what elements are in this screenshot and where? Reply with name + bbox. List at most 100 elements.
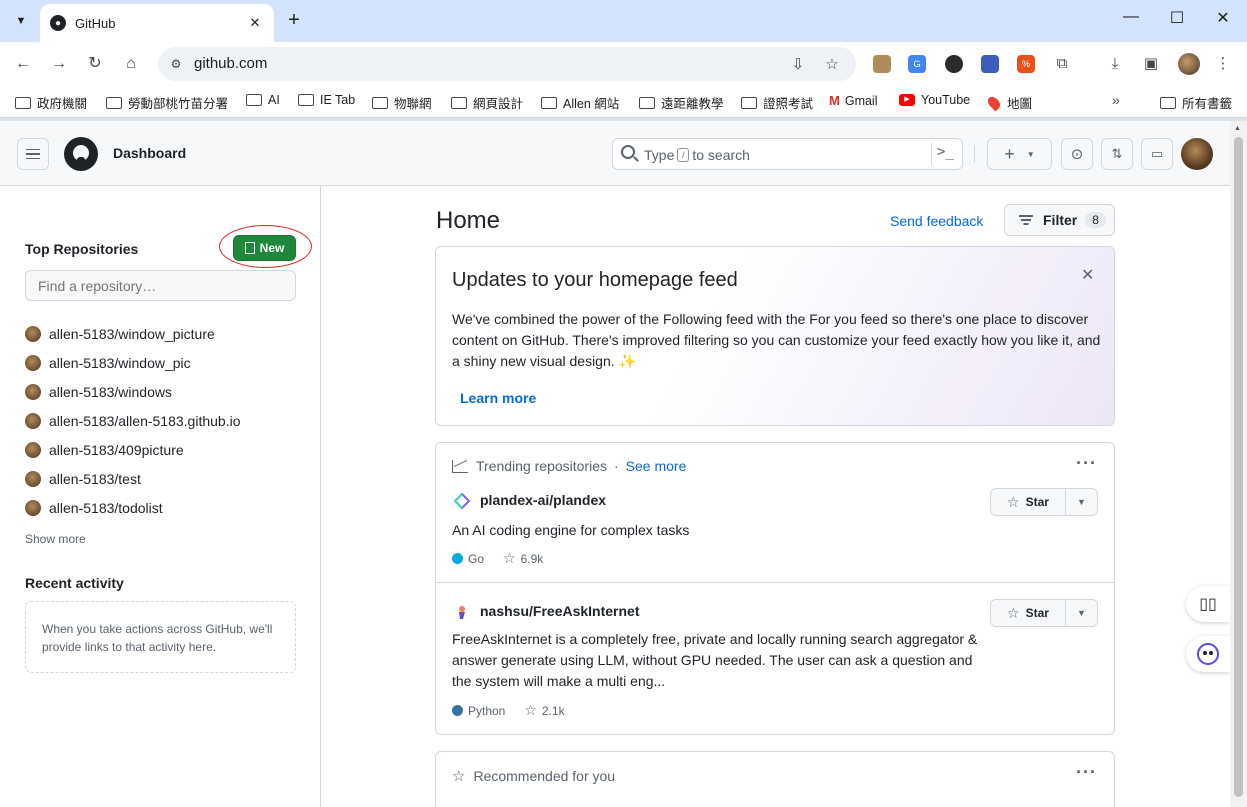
all-bookmarks-folder[interactable]: 所有書籤	[1160, 93, 1232, 112]
find-repository-input[interactable]	[25, 270, 296, 301]
star-lists-dropdown-icon[interactable]: ▼	[1066, 489, 1097, 515]
extension-3-icon[interactable]	[945, 55, 963, 73]
repo-link[interactable]: allen-5183/window_picture	[25, 319, 305, 348]
kebab-menu-icon[interactable]: ···	[1076, 453, 1097, 474]
extensions-puzzle-icon[interactable]: ⧉	[1051, 53, 1073, 75]
github-logo-icon[interactable]	[64, 137, 98, 171]
site-info-icon[interactable]: ⚙	[166, 54, 186, 74]
trending-repo-name[interactable]: plandex-ai/plandex	[480, 492, 606, 508]
repo-link[interactable]: allen-5183/409picture	[25, 435, 305, 464]
bookmark-folder[interactable]: IE Tab	[298, 93, 355, 107]
address-bar[interactable]: ⚙ github.com ⇩ ☆	[158, 47, 856, 81]
bookmarks-overflow-icon[interactable]: »	[1112, 92, 1120, 108]
recommended-card: ☆ Recommended for you ···	[435, 751, 1115, 807]
filter-button[interactable]: Filter 8	[1004, 204, 1115, 236]
top-repositories-heading: Top Repositories	[25, 241, 139, 257]
new-tab-button[interactable]: +	[282, 9, 306, 33]
plandex-logo-icon	[454, 493, 470, 509]
show-more-link[interactable]: Show more	[25, 532, 86, 546]
kebab-menu-icon[interactable]: ···	[1076, 762, 1097, 783]
bookmark-folder[interactable]: Allen 網站	[541, 93, 619, 112]
command-palette-icon[interactable]: >_	[937, 144, 954, 160]
recent-activity-empty-state: When you take actions across GitHub, we'…	[25, 601, 296, 673]
create-new-button[interactable]: + ▼	[987, 138, 1052, 170]
repo-name[interactable]: allen-5183/test	[49, 471, 141, 487]
page-context-title[interactable]: Dashboard	[113, 145, 186, 161]
trending-repo-name[interactable]: nashsu/FreeAskInternet	[480, 603, 640, 619]
see-more-link[interactable]: See more	[626, 458, 687, 474]
reader-book-icon[interactable]: ▯▯	[1186, 586, 1230, 622]
forward-icon[interactable]: →	[47, 52, 71, 76]
bookmark-maps[interactable]: 地圖	[985, 93, 1032, 112]
star-toggle[interactable]: ☆ Star	[991, 600, 1066, 626]
window-close-icon[interactable]: ✕	[1209, 8, 1237, 32]
star-icon: ☆	[1007, 493, 1020, 510]
scroll-up-icon[interactable]: ▲	[1234, 125, 1241, 132]
bookmark-gmail[interactable]: M Gmail	[829, 93, 878, 108]
url-text[interactable]: github.com	[194, 55, 267, 72]
chrome-menu-icon[interactable]: ⋮	[1212, 53, 1234, 75]
repo-name[interactable]: allen-5183/window_pic	[49, 355, 191, 371]
browser-tab-github[interactable]: ● GitHub ✕	[40, 4, 274, 42]
owner-avatar	[25, 383, 41, 400]
star-lists-dropdown-icon[interactable]: ▼	[1066, 600, 1097, 626]
row-divider	[436, 582, 1114, 583]
bookmark-folder[interactable]: 政府機關	[15, 93, 87, 112]
install-app-icon[interactable]: ⇩	[788, 55, 808, 73]
repo-name[interactable]: allen-5183/window_picture	[49, 326, 215, 342]
repo-link[interactable]: allen-5183/allen-5183.github.io	[25, 406, 305, 435]
maximize-icon[interactable]: ☐	[1163, 8, 1191, 32]
bookmark-star-icon[interactable]: ☆	[822, 55, 842, 73]
repo-star-count[interactable]: 6.9k	[521, 552, 544, 566]
bookmark-folder[interactable]: 網頁設計	[451, 93, 523, 112]
hamburger-menu-icon[interactable]	[17, 138, 49, 170]
repo-link[interactable]: allen-5183/todolist	[25, 493, 305, 522]
side-panel-icon[interactable]: ▣	[1140, 53, 1162, 75]
inbox-button[interactable]: ▭	[1141, 138, 1173, 170]
bookmark-folder[interactable]: AI	[246, 93, 280, 107]
profile-avatar[interactable]	[1178, 53, 1200, 75]
repo-name[interactable]: allen-5183/todolist	[49, 500, 163, 516]
bookmark-youtube[interactable]: ▶ YouTube	[899, 93, 970, 107]
google-translate-icon[interactable]: G	[908, 55, 926, 73]
search-input[interactable]: Type / to search >_	[612, 138, 963, 170]
repo-link[interactable]: allen-5183/window_pic	[25, 348, 305, 377]
repo-name[interactable]: allen-5183/allen-5183.github.io	[49, 413, 240, 429]
tab-search-icon[interactable]: ▼	[8, 8, 34, 34]
user-avatar[interactable]	[1181, 138, 1213, 170]
home-icon[interactable]: ⌂	[119, 52, 143, 76]
chevron-down-icon: ▼	[1026, 149, 1035, 159]
star-toggle[interactable]: ☆ Star	[991, 489, 1066, 515]
repo-link[interactable]: allen-5183/windows	[25, 377, 305, 406]
repo-name[interactable]: allen-5183/409picture	[49, 442, 184, 458]
star-icon: ☆	[1007, 604, 1020, 621]
issues-button[interactable]: ⊙	[1061, 138, 1093, 170]
bookmark-folder[interactable]: 遠距離教學	[639, 93, 724, 112]
repo-name[interactable]: allen-5183/windows	[49, 384, 172, 400]
repo-star-count[interactable]: 2.1k	[542, 704, 565, 718]
extension-4-icon[interactable]	[981, 55, 999, 73]
extension-5-icon[interactable]: %	[1017, 55, 1035, 73]
minimize-icon[interactable]: —	[1117, 8, 1145, 32]
send-feedback-link[interactable]: Send feedback	[890, 213, 983, 229]
scrollbar-thumb[interactable]	[1234, 137, 1243, 797]
downloads-icon[interactable]: ⤓	[1104, 53, 1126, 75]
reload-icon[interactable]: ↻	[83, 52, 107, 76]
star-button[interactable]: ☆ Star ▼	[990, 599, 1098, 627]
bookmark-label: 所有書籤	[1182, 97, 1233, 111]
extension-1-icon[interactable]	[873, 55, 891, 73]
bookmark-folder[interactable]: 勞動部桃竹苗分署	[106, 93, 228, 112]
repo-link[interactable]: allen-5183/test	[25, 464, 305, 493]
bookmark-folder[interactable]: 證照考試	[741, 93, 813, 112]
git-pull-request-icon: ⇅	[1111, 146, 1123, 161]
tab-close-icon[interactable]: ✕	[246, 15, 264, 31]
bookmark-folder[interactable]: 物聯網	[372, 93, 432, 112]
star-button[interactable]: ☆ Star ▼	[990, 488, 1098, 516]
annotation-highlight-ring	[219, 225, 312, 268]
pull-requests-button[interactable]: ⇅	[1101, 138, 1133, 170]
close-icon[interactable]: ✕	[1081, 265, 1094, 285]
page-scrollbar[interactable]: ▲	[1230, 121, 1247, 807]
learn-more-link[interactable]: Learn more	[460, 390, 536, 406]
back-icon[interactable]: ←	[11, 52, 35, 76]
assistant-face-icon[interactable]	[1186, 636, 1230, 672]
